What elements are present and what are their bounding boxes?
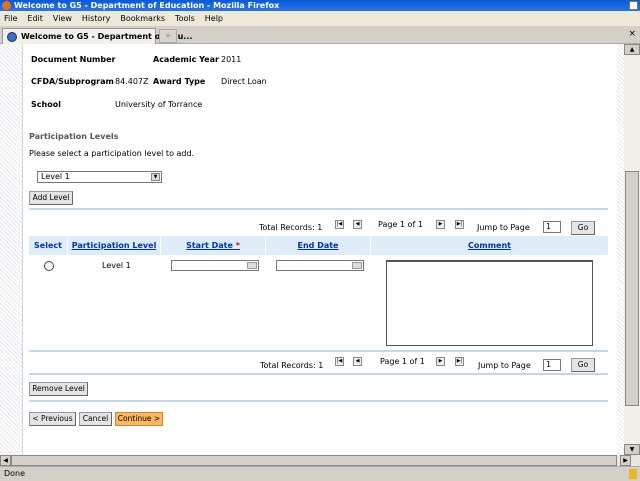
hscroll-thumb[interactable]	[11, 455, 617, 466]
jump-label-bottom: Jump to Page	[478, 361, 531, 370]
jump-input-bottom[interactable]: 1	[543, 359, 561, 371]
firefox-icon	[2, 1, 11, 10]
menu-file[interactable]: File	[4, 14, 17, 23]
total-records-bottom: Total Records: 1	[260, 361, 324, 370]
scroll-left-icon[interactable]: ◀	[0, 455, 11, 466]
next-page-icon[interactable]: ▶	[436, 357, 445, 366]
cfda-value: 84.407Z	[115, 77, 149, 86]
cfda-label: CFDA/Subprogram	[31, 77, 114, 86]
remove-level-button[interactable]: Remove Level	[29, 382, 88, 396]
divider	[29, 208, 608, 210]
cancel-button[interactable]: Cancel	[79, 412, 112, 426]
menu-history[interactable]: History	[82, 14, 110, 23]
window-title-bar: Welcome to G5 - Department of Education …	[0, 0, 640, 11]
menu-edit[interactable]: Edit	[27, 14, 43, 23]
first-page-icon[interactable]: |◀	[335, 357, 344, 366]
vertical-scrollbar[interactable]: ▲ ▼	[624, 44, 640, 455]
row-level: Level 1	[102, 261, 131, 270]
menu-tools[interactable]: Tools	[175, 14, 195, 23]
window-title: Welcome to G5 - Department of Education …	[14, 1, 280, 10]
page-indicator-bottom: Page 1 of 1	[380, 357, 425, 366]
scroll-down-icon[interactable]: ▼	[624, 444, 640, 455]
end-date-input[interactable]	[276, 260, 364, 271]
previous-button[interactable]: < Previous	[29, 412, 76, 426]
header-comment[interactable]: Comment	[371, 236, 608, 255]
new-tab-button[interactable]: +	[159, 29, 177, 43]
first-page-icon[interactable]: |◀	[335, 220, 344, 229]
tab-g5[interactable]: Welcome to G5 - Department of Edu...	[2, 28, 192, 44]
level-select-value: Level 1	[41, 172, 70, 181]
jump-label-top: Jump to Page	[477, 223, 530, 232]
academic-year-label: Academic Year	[153, 55, 219, 64]
header-select: Select	[29, 236, 67, 255]
required-marker: *	[235, 241, 240, 250]
start-date-input[interactable]	[171, 260, 259, 271]
menu-bookmarks[interactable]: Bookmarks	[120, 14, 165, 23]
last-page-icon[interactable]: ▶|	[455, 357, 464, 366]
row-select-radio[interactable]	[44, 261, 54, 271]
jump-input-top[interactable]: 1	[543, 221, 561, 233]
page-indicator-top: Page 1 of 1	[378, 220, 423, 229]
site-icon	[7, 32, 17, 42]
horizontal-scrollbar[interactable]: ◀ ▶	[0, 455, 640, 466]
participation-heading: Participation Levels	[29, 132, 119, 141]
header-participation-level[interactable]: Participation Level	[68, 236, 160, 255]
start-date-label: Start Date	[186, 241, 233, 250]
award-type-label: Award Type	[153, 77, 206, 86]
header-start-date[interactable]: Start Date *	[161, 236, 265, 255]
scroll-right-icon[interactable]: ▶	[620, 455, 631, 466]
level-select[interactable]: Level 1 ▼	[37, 171, 162, 183]
document-number-label: Document Number	[31, 55, 116, 64]
calendar-icon[interactable]	[247, 262, 257, 269]
lock-icon	[629, 469, 637, 479]
total-records-top: Total Records: 1	[259, 223, 323, 232]
page-margin-right	[617, 44, 624, 455]
go-button-bottom[interactable]: Go	[571, 358, 595, 372]
prev-page-icon[interactable]: ◀	[353, 357, 362, 366]
school-value: University of Torrance	[115, 100, 203, 109]
scroll-up-icon[interactable]: ▲	[624, 44, 640, 55]
menu-bar: File Edit View History Bookmarks Tools Help	[0, 11, 640, 26]
status-bar: Done	[0, 466, 640, 480]
close-window-icon[interactable]	[629, 1, 638, 10]
close-tab-icon[interactable]: ×	[628, 29, 636, 39]
status-text: Done	[4, 469, 26, 478]
award-type-value: Direct Loan	[221, 77, 267, 86]
scroll-thumb[interactable]	[625, 171, 639, 406]
school-label: School	[31, 100, 61, 109]
header-end-date[interactable]: End Date	[266, 236, 370, 255]
prev-page-icon[interactable]: ◀	[353, 220, 362, 229]
divider	[29, 350, 608, 352]
chevron-down-icon: ▼	[151, 173, 160, 181]
participation-instruction: Please select a participation level to a…	[29, 149, 195, 158]
comment-textarea[interactable]	[386, 260, 593, 346]
last-page-icon[interactable]: ▶|	[455, 220, 464, 229]
menu-view[interactable]: View	[53, 14, 72, 23]
calendar-icon[interactable]	[352, 262, 362, 269]
next-page-icon[interactable]: ▶	[436, 220, 445, 229]
divider	[29, 373, 608, 375]
page-margin-left	[0, 44, 22, 455]
add-level-button[interactable]: Add Level	[29, 191, 73, 205]
academic-year-value: 2011	[221, 55, 242, 64]
tab-bar: Welcome to G5 - Department of Edu... +	[0, 26, 640, 44]
divider	[29, 400, 608, 402]
continue-button[interactable]: Continue >	[115, 412, 163, 426]
go-button-top[interactable]: Go	[571, 221, 595, 235]
menu-help[interactable]: Help	[205, 14, 223, 23]
